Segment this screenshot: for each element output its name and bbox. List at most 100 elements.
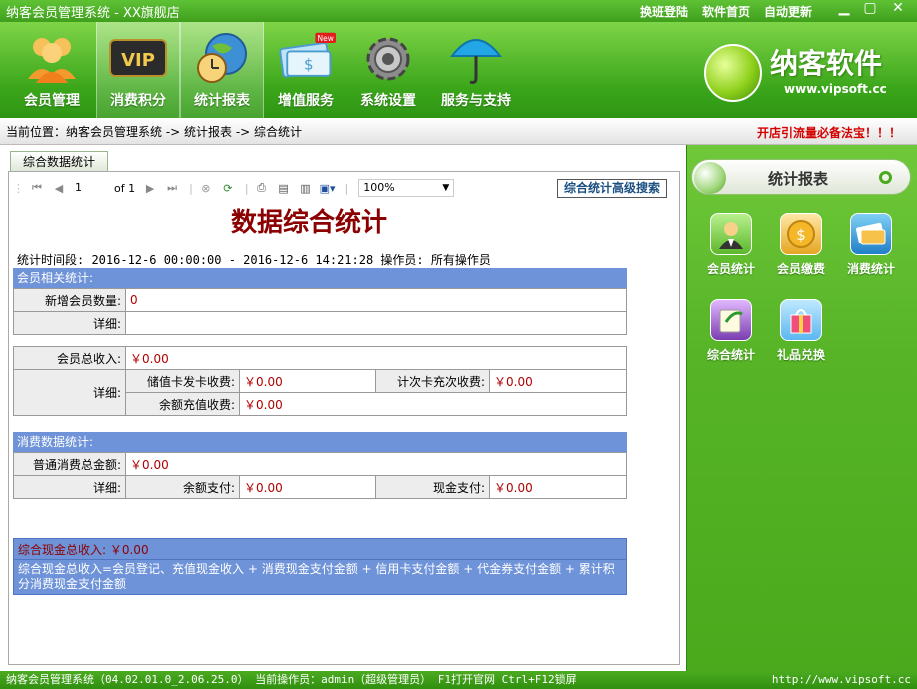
income-total-value: ￥0.00 (126, 347, 627, 370)
globe-clock-icon (192, 30, 252, 86)
member-stat-icon (710, 213, 752, 255)
refresh-icon[interactable]: ⟳ (219, 179, 237, 197)
new-badge: New (318, 34, 334, 43)
advanced-search-button[interactable]: 综合统计高级搜索 (557, 179, 667, 198)
rp-label: 综合统计 (707, 346, 755, 363)
balance-pay-value: ￥0.00 (240, 476, 376, 499)
cash-summary: 综合现金总收入: ￥0.00 综合现金总收入=会员登记、充值现金收入 + 消费现… (13, 538, 627, 595)
svg-text:$: $ (304, 55, 314, 73)
page-count: of 1 (114, 182, 135, 195)
maximize-button[interactable]: ▢ (858, 0, 882, 18)
count-card-value: ￥0.00 (490, 370, 627, 393)
nav-label: 统计报表 (194, 90, 250, 110)
vip-card-icon: VIP (108, 30, 168, 86)
status-text: 纳客会员管理系统（04.02.01.0_2.06.25.0） 当前操作员：adm… (6, 673, 577, 686)
nav-consume-points[interactable]: VIP 消费积分 (96, 22, 180, 118)
table-row: 详细: (14, 312, 627, 335)
page-layout-icon[interactable]: ▤ (275, 179, 293, 197)
panel-title: 统计报表 (768, 168, 828, 189)
count-card-label: 计次卡充次收费: (376, 370, 490, 393)
balance-recharge-label: 余额充值收费: (126, 393, 240, 416)
cash-pay-label: 现金支付: (376, 476, 490, 499)
rp-gift-exchange[interactable]: 礼品兑换 (771, 299, 831, 363)
logo-mark (704, 44, 762, 102)
stored-card-label: 储值卡发卡收费: (126, 370, 240, 393)
income-section: 会员总收入: ￥0.00 详细: 储值卡发卡收费: ￥0.00 计次卡充次收费:… (13, 346, 627, 416)
rp-consume-stats[interactable]: 消费统计 (841, 213, 901, 277)
rp-member-stats[interactable]: 会员统计 (701, 213, 761, 277)
export-icon[interactable]: ▣▾ (319, 179, 337, 197)
cash-pay-value: ￥0.00 (490, 476, 627, 499)
nav-label: 系统设置 (360, 90, 416, 110)
toolbar-separator: | (345, 182, 349, 195)
balance-pay-label: 余额支付: (126, 476, 240, 499)
close-button[interactable]: ✕ (886, 0, 910, 18)
toolbar-grip: ⋮ (13, 182, 24, 195)
cash-formula: 综合现金总收入=会员登记、充值现金收入 + 消费现金支付金额 + 信用卡支付金额… (13, 560, 627, 595)
rp-label: 消费统计 (847, 260, 895, 277)
nav-system-settings[interactable]: 系统设置 (346, 22, 430, 118)
window-title: 纳客会员管理系统 - XX旗舰店 (6, 2, 180, 21)
orb-icon (694, 162, 726, 194)
gear-icon (358, 30, 418, 86)
breadcrumb-bar: 当前位置：纳客会员管理系统 -> 统计报表 -> 综合统计 开店引流量必备法宝！… (0, 118, 917, 145)
next-page-icon[interactable]: ▶ (141, 179, 159, 197)
first-page-icon[interactable]: ⏮ (28, 179, 46, 197)
table-row: 详细: 余额支付: ￥0.00 现金支付: ￥0.00 (14, 476, 627, 499)
stop-icon[interactable]: ⊗ (197, 179, 215, 197)
umbrella-icon (446, 30, 506, 86)
zoom-select[interactable]: 100% ▼ (358, 179, 454, 197)
section-header: 消费数据统计: (13, 432, 627, 452)
auto-update-link[interactable]: 自动更新 (764, 3, 812, 20)
software-home-link[interactable]: 软件首页 (702, 3, 750, 20)
nav-label: 消费积分 (110, 90, 166, 110)
member-table: 新增会员数量: 0 详细: (13, 288, 627, 335)
print-icon[interactable]: ⎙ (253, 179, 271, 197)
member-section: 会员相关统计: 新增会员数量: 0 详细: (13, 268, 627, 335)
promo-link[interactable]: 开店引流量必备法宝！！！ (757, 124, 901, 141)
income-table: 会员总收入: ￥0.00 详细: 储值卡发卡收费: ￥0.00 计次卡充次收费:… (13, 346, 627, 416)
rp-overall-stats[interactable]: 综合统计 (701, 299, 761, 363)
page-number-input[interactable]: 1 (72, 179, 112, 197)
tab-overall-stats[interactable]: 综合数据统计 (10, 151, 108, 171)
stored-card-value: ￥0.00 (240, 370, 376, 393)
report-toolbar: ⋮ ⏮ ◀ 1 of 1 ▶ ⏭ | ⊗ ⟳ | ⎙ ▤ ▥ ▣▾ | 100%… (11, 176, 675, 200)
members-icon (22, 30, 82, 86)
report-title: 数据综合统计 (9, 202, 609, 239)
title-bar: 纳客会员管理系统 - XX旗舰店 换班登陆 软件首页 自动更新 ▁ ▢ ✕ (0, 0, 917, 22)
nav-statistics-report[interactable]: 统计报表 (180, 22, 264, 118)
table-row: 普通消费总金额: ￥0.00 (14, 453, 627, 476)
nav-member-management[interactable]: 会员管理 (10, 22, 94, 118)
detail-label: 详细: (14, 370, 126, 416)
table-row: 详细: 储值卡发卡收费: ￥0.00 计次卡充次收费: ￥0.00 (14, 370, 627, 393)
gift-bag-icon (780, 299, 822, 341)
prev-page-icon[interactable]: ◀ (50, 179, 68, 197)
consume-table: 普通消费总金额: ￥0.00 详细: 余额支付: ￥0.00 现金支付: ￥0.… (13, 452, 627, 499)
coin-icon: $ (780, 213, 822, 255)
rp-member-payment[interactable]: $ 会员缴费 (771, 213, 831, 277)
minimize-button[interactable]: ▁ (832, 0, 856, 18)
income-total-label: 会员总收入: (14, 347, 126, 370)
status-url[interactable]: http://www.vipsoft.cc (772, 671, 911, 689)
new-members-value: 0 (126, 289, 627, 312)
normal-consume-label: 普通消费总金额: (14, 453, 126, 476)
card-stat-icon (850, 213, 892, 255)
detail-value (126, 312, 627, 335)
nav-value-added[interactable]: $ New 增值服务 (264, 22, 348, 118)
svg-text:$: $ (796, 226, 806, 244)
money-card-icon: $ New (276, 30, 336, 86)
ring-icon (879, 171, 892, 184)
table-row: 会员总收入: ￥0.00 (14, 347, 627, 370)
title-links: 换班登陆 软件首页 自动更新 (640, 3, 812, 20)
nav-service-support[interactable]: 服务与支持 (434, 22, 518, 118)
rp-label: 会员统计 (707, 260, 755, 277)
last-page-icon[interactable]: ⏭ (163, 179, 181, 197)
rp-label: 礼品兑换 (777, 346, 825, 363)
right-panel: 统计报表 会员统计 $ 会员缴费 消费统计 综合统计 礼品兑换 (686, 145, 917, 671)
breadcrumb: 当前位置：纳客会员管理系统 -> 统计报表 -> 综合统计 (6, 123, 302, 140)
svg-text:VIP: VIP (121, 50, 155, 71)
toolbar-separator: | (245, 182, 249, 195)
page-setup-icon[interactable]: ▥ (297, 179, 315, 197)
section-header: 会员相关统计: (13, 268, 627, 288)
switch-shift-link[interactable]: 换班登陆 (640, 3, 688, 20)
